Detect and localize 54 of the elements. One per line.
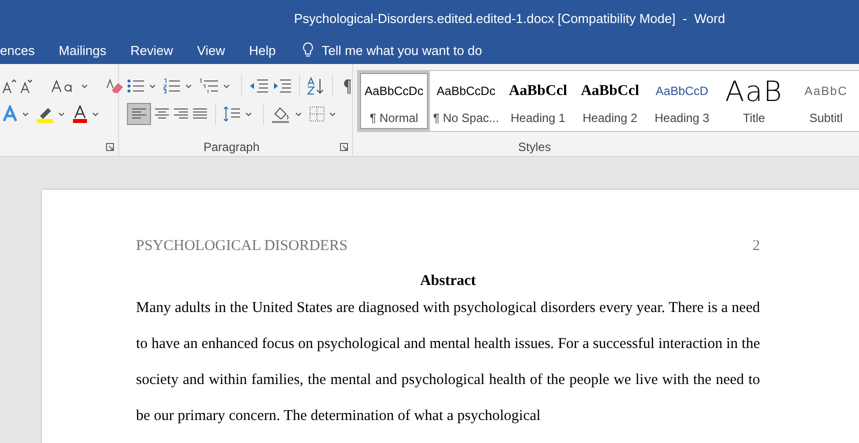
running-header: PSYCHOLOGICAL DISORDERS — [136, 238, 348, 255]
grow-font-icon[interactable] — [2, 78, 16, 94]
ribbon-tab[interactable]: Help — [236, 36, 288, 64]
caret-icon[interactable] — [92, 112, 99, 116]
line-spacing-icon[interactable] — [223, 105, 241, 123]
caret-icon[interactable] — [22, 112, 29, 116]
paint-bucket-icon[interactable] — [271, 105, 291, 123]
caret-icon[interactable] — [149, 84, 156, 88]
page-number: 2 — [752, 238, 760, 255]
caret-icon[interactable] — [223, 84, 230, 88]
abstract-paragraph: Many adults in the United States are diagnosed with psychological disorders every year. There is a need to have an enhanced focus on psychological and mental health issues. For a successful interaction in the society and within families, the mental and psychological health of the people we live with the need to be our primary concern. The determination of what a psychological — [136, 299, 760, 426]
numbered-list-icon[interactable] — [163, 78, 181, 94]
dialog-launcher-icon[interactable] — [340, 143, 348, 151]
eraser-icon[interactable] — [106, 78, 124, 94]
style-gallery-item[interactable]: AaBbC Subtitl — [790, 71, 859, 131]
style-gallery-item[interactable]: AaBbCcDc ¶ Normal — [358, 71, 430, 131]
sort-icon[interactable] — [307, 77, 325, 95]
align-right-icon[interactable] — [173, 107, 189, 121]
highlighter-icon[interactable] — [36, 105, 54, 123]
style-gallery-item[interactable]: AaBbCcl Heading 2 — [574, 71, 646, 131]
justify-icon[interactable] — [192, 107, 208, 121]
style-gallery-item[interactable]: AaBbCcl Heading 1 — [502, 71, 574, 131]
caret-icon[interactable] — [58, 112, 65, 116]
decrease-indent-icon[interactable] — [249, 78, 269, 94]
style-gallery-item[interactable]: AaB Title — [718, 71, 790, 131]
caret-icon[interactable] — [245, 112, 252, 116]
caret-icon[interactable] — [185, 84, 192, 88]
align-left-button[interactable] — [127, 103, 151, 125]
caret-icon[interactable] — [329, 112, 336, 116]
bullet-list-icon[interactable] — [127, 78, 145, 94]
caret-icon[interactable] — [81, 84, 88, 88]
text-effects-icon[interactable] — [2, 105, 18, 123]
ribbon-tab[interactable]: ences — [0, 36, 47, 64]
lightbulb-icon[interactable] — [302, 42, 314, 58]
group-label: Styles — [517, 140, 552, 156]
tell-me-field[interactable]: Tell me what you want to do — [298, 36, 486, 64]
caret-icon[interactable] — [295, 112, 302, 116]
borders-icon[interactable] — [309, 106, 325, 122]
font-color-icon[interactable] — [72, 105, 88, 123]
group-label: Paragraph — [202, 140, 261, 156]
dialog-launcher-icon[interactable] — [106, 143, 114, 151]
ribbon-tab[interactable]: View — [185, 36, 237, 64]
ribbon-tab[interactable]: Review — [118, 36, 186, 64]
align-center-icon[interactable] — [154, 107, 170, 121]
shrink-font-icon[interactable] — [19, 78, 33, 94]
align-left-icon — [131, 107, 147, 121]
change-case-icon — [51, 79, 73, 93]
abstract-heading: Abstract — [419, 273, 477, 290]
style-gallery-item[interactable]: AaBbCcD Heading 3 — [646, 71, 718, 131]
style-gallery-item[interactable]: AaBbCcDc ¶ No Spac... — [430, 71, 502, 131]
increase-indent-icon[interactable] — [272, 78, 292, 94]
ribbon-tab[interactable]: Mailings — [46, 36, 118, 64]
window-title: Psychological-Disorders.edited.edited-1.docx [Compatibility Mode] - Word — [294, 10, 726, 26]
multilevel-list-icon[interactable] — [199, 78, 219, 94]
